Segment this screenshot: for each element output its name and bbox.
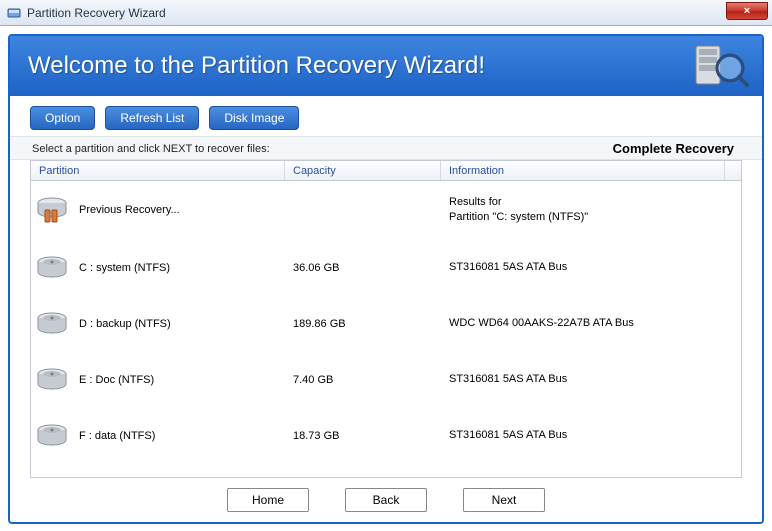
instruction-text: Select a partition and click NEXT to rec…: [32, 143, 613, 155]
refresh-list-button[interactable]: Refresh List: [105, 106, 199, 130]
partition-info: ST316081 5AS ATA Bus: [441, 260, 741, 275]
instruction-bar: Select a partition and click NEXT to rec…: [10, 136, 762, 160]
next-button[interactable]: Next: [463, 488, 545, 512]
partition-info: WDC WD64 00AAKS-22A7B ATA Bus: [441, 316, 741, 331]
column-header-information[interactable]: Information: [441, 161, 725, 180]
partition-info: ST316081 5AS ATA Bus: [441, 372, 741, 387]
window-title: Partition Recovery Wizard: [27, 6, 166, 20]
partition-capacity: 36.06 GB: [285, 262, 441, 274]
partition-info: ST316081 5AS ATA Bus: [441, 428, 741, 443]
partition-name: C : system (NTFS): [79, 262, 170, 274]
close-button[interactable]: ×: [726, 2, 768, 20]
wizard-header: Welcome to the Partition Recovery Wizard…: [10, 36, 762, 96]
app-icon: [6, 5, 22, 21]
home-button[interactable]: Home: [227, 488, 309, 512]
partition-row[interactable]: D : backup (NTFS) 189.86 GBWDC WD64 00AAK…: [31, 296, 741, 352]
drive-icon: [35, 254, 69, 282]
partition-capacity: 7.40 GB: [285, 374, 441, 386]
partition-name: F : data (NTFS): [79, 430, 155, 442]
column-headers: Partition Capacity Information: [31, 161, 741, 181]
partition-name: E : Doc (NTFS): [79, 374, 154, 386]
close-icon: ×: [744, 5, 750, 17]
partition-row[interactable]: Previous Recovery... Results forPartition…: [31, 181, 741, 240]
partition-row[interactable]: E : Doc (NTFS) 7.40 GBST316081 5AS ATA Bu…: [31, 352, 741, 408]
drive-icon: [35, 366, 69, 394]
wizard-title: Welcome to the Partition Recovery Wizard…: [28, 52, 485, 80]
partition-name: D : backup (NTFS): [79, 318, 171, 330]
partition-list: Partition Capacity Information Previous …: [30, 160, 742, 478]
column-header-spacer: [725, 161, 741, 180]
window-titlebar[interactable]: Partition Recovery Wizard ×: [0, 0, 772, 26]
column-header-capacity[interactable]: Capacity: [285, 161, 441, 180]
partition-list-body[interactable]: Previous Recovery... Results forPartition…: [31, 181, 741, 477]
column-header-partition[interactable]: Partition: [31, 161, 285, 180]
partition-row[interactable]: F : data (NTFS) 18.73 GBST316081 5AS ATA …: [31, 408, 741, 464]
disk-image-button[interactable]: Disk Image: [209, 106, 299, 130]
partition-capacity: 18.73 GB: [285, 430, 441, 442]
recovery-icon: [692, 40, 750, 93]
back-button[interactable]: Back: [345, 488, 427, 512]
previous-recovery-icon: [35, 196, 69, 224]
partition-capacity: 189.86 GB: [285, 318, 441, 330]
partition-name: Previous Recovery...: [79, 204, 180, 216]
partition-info: Results forPartition "C: system (NTFS)": [441, 195, 741, 226]
drive-icon: [35, 422, 69, 450]
option-button[interactable]: Option: [30, 106, 95, 130]
wizard-frame: Welcome to the Partition Recovery Wizard…: [8, 34, 764, 524]
wizard-nav-bar: Home Back Next: [10, 478, 762, 522]
partition-row[interactable]: C : system (NTFS) 36.06 GBST316081 5AS AT…: [31, 240, 741, 296]
recovery-mode-label: Complete Recovery: [613, 141, 740, 156]
toolbar: Option Refresh List Disk Image: [10, 96, 762, 136]
drive-icon: [35, 310, 69, 338]
